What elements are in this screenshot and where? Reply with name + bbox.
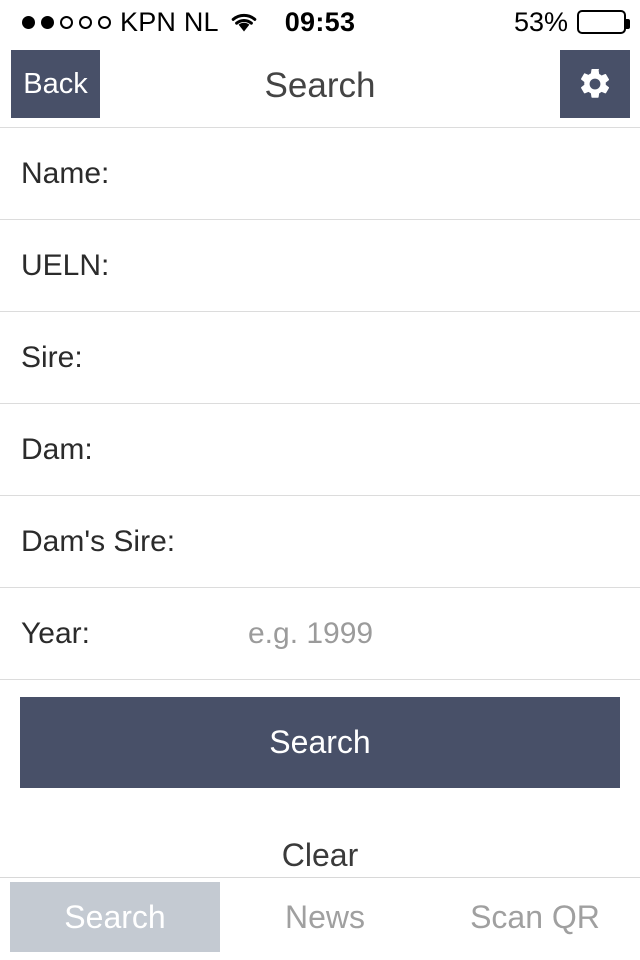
form-row-dam[interactable]: Dam:	[0, 404, 640, 496]
back-button[interactable]: Back	[11, 50, 100, 118]
sire-label: Sire:	[21, 340, 83, 374]
status-bar-right: 53%	[513, 0, 630, 44]
battery-icon	[577, 10, 630, 34]
dam-label: Dam:	[21, 432, 93, 466]
tab-search[interactable]: Search	[10, 882, 220, 952]
tab-bar: Search News Scan QR	[0, 877, 640, 960]
tab-scan-qr[interactable]: Scan QR	[430, 882, 640, 952]
dams-sire-input[interactable]	[248, 511, 624, 572]
dam-input[interactable]	[248, 419, 624, 480]
sire-input[interactable]	[248, 327, 624, 388]
tab-news[interactable]: News	[220, 882, 430, 952]
year-label: Year:	[21, 616, 90, 650]
form-row-year[interactable]: Year:	[0, 588, 640, 680]
form-row-dams-sire[interactable]: Dam's Sire:	[0, 496, 640, 588]
name-input[interactable]	[248, 143, 624, 204]
ueln-input[interactable]	[248, 235, 624, 296]
clear-button[interactable]: Clear	[0, 833, 640, 877]
form-row-ueln[interactable]: UELN:	[0, 220, 640, 312]
year-input[interactable]	[248, 603, 624, 664]
settings-button[interactable]	[560, 50, 630, 118]
search-submit-button[interactable]: Search	[20, 697, 620, 788]
search-form: Name: UELN: Sire: Dam: Dam's Sire: Year:	[0, 128, 640, 680]
form-row-name[interactable]: Name:	[0, 128, 640, 220]
form-row-sire[interactable]: Sire:	[0, 312, 640, 404]
dams-sire-label: Dam's Sire:	[21, 524, 176, 558]
status-bar: KPN NL 09:53 53%	[0, 0, 640, 44]
ueln-label: UELN:	[21, 248, 110, 282]
name-label: Name:	[21, 156, 110, 190]
navigation-bar: Search Back	[0, 44, 640, 128]
gear-icon	[577, 66, 613, 102]
battery-percent-label: 53%	[513, 6, 568, 37]
